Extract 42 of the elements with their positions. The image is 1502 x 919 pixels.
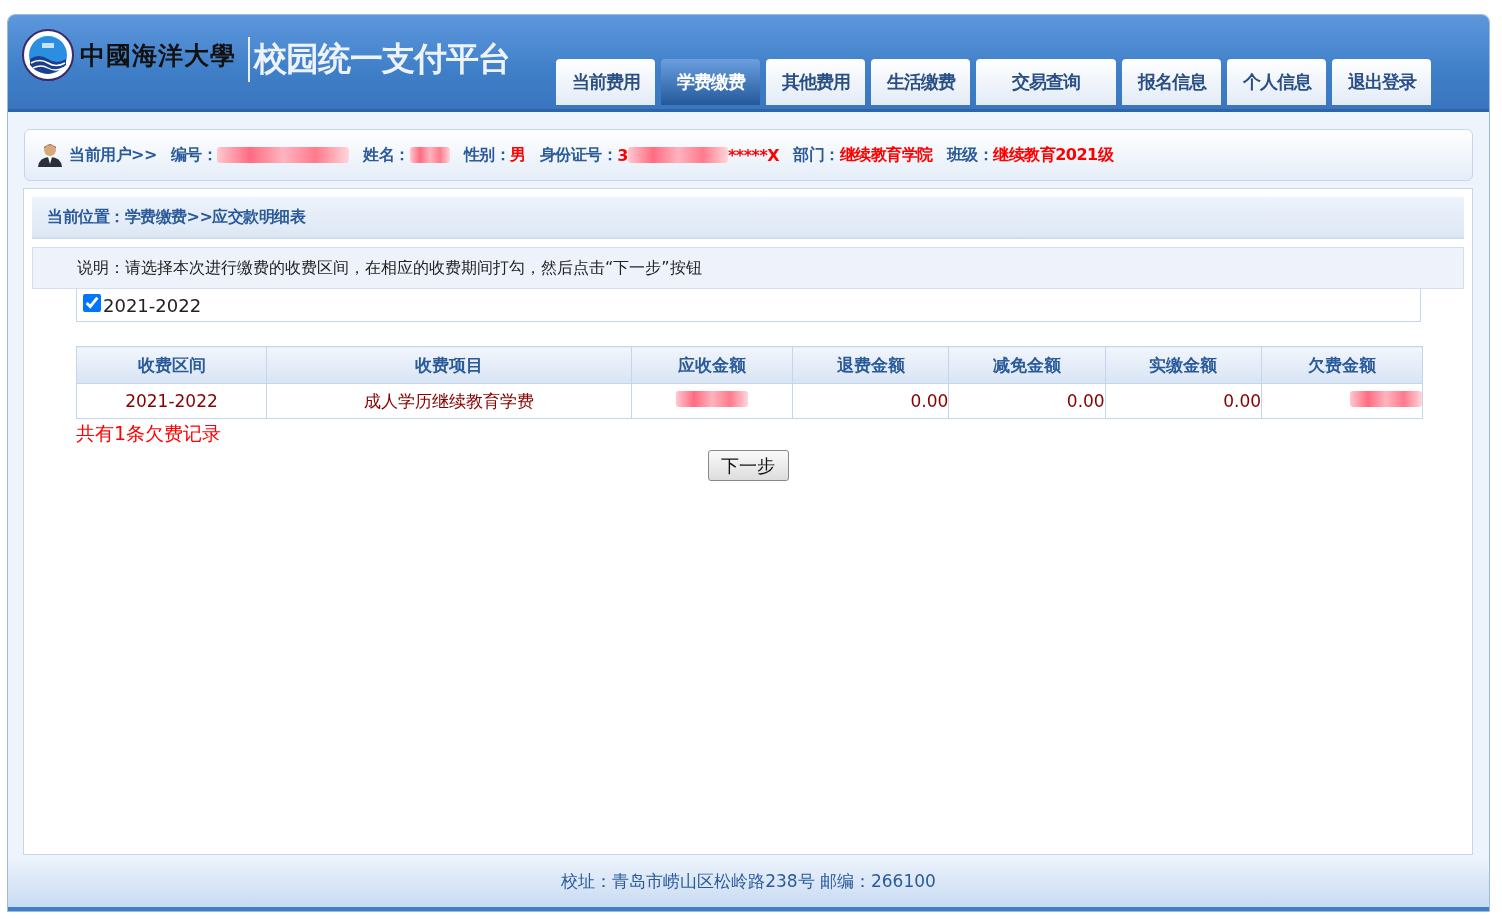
field-label: 性别： bbox=[463, 144, 511, 166]
column-header: 欠费金额 bbox=[1261, 346, 1423, 384]
table-cell: 0.00 bbox=[1105, 383, 1262, 419]
table-cell: 0.00 bbox=[792, 383, 949, 419]
table-cell: 0.00 bbox=[948, 383, 1106, 419]
university-emblem-icon bbox=[22, 29, 74, 81]
field-label: 身份证号： bbox=[539, 144, 618, 166]
nav-tab[interactable]: 个人信息 bbox=[1227, 59, 1326, 105]
nav-tab[interactable]: 报名信息 bbox=[1122, 59, 1221, 105]
column-header: 退费金额 bbox=[792, 346, 949, 384]
record-count: 共有1条欠费记录 bbox=[76, 421, 223, 446]
user-icon bbox=[37, 143, 63, 167]
university-name: 中國海洋大學 bbox=[80, 39, 236, 72]
nav-tab[interactable]: 生活缴费 bbox=[871, 59, 970, 105]
field-label: 部门： bbox=[793, 144, 840, 166]
instructions-text: 说明：请选择本次进行缴费的收费区间，在相应的收费期间打勾，然后点击“下一步”按钮 bbox=[32, 247, 1464, 289]
field-value: *****X bbox=[727, 145, 780, 165]
nav-tab[interactable]: 其他费用 bbox=[766, 59, 865, 105]
field-value: 3 bbox=[617, 145, 628, 165]
user-label: 当前用户>> bbox=[69, 144, 157, 166]
site-title: 校园统一支付平台 bbox=[248, 37, 510, 82]
field-value: 男 bbox=[510, 144, 526, 166]
nav-tab[interactable]: 退出登录 bbox=[1332, 59, 1431, 105]
column-header: 实缴金额 bbox=[1105, 346, 1262, 384]
column-header: 应收金额 bbox=[631, 346, 793, 384]
nav-tab[interactable]: 交易查询 bbox=[976, 59, 1116, 105]
column-header: 收费项目 bbox=[266, 346, 632, 384]
period-label: 2021-2022 bbox=[103, 294, 202, 316]
column-header: 减免金额 bbox=[948, 346, 1106, 384]
nav-tab[interactable]: 学费缴费 bbox=[661, 59, 760, 105]
field-value: 继续教育2021级 bbox=[993, 144, 1114, 166]
breadcrumb: 当前位置：学费缴费>>应交款明细表 bbox=[32, 197, 1464, 239]
nav-tab[interactable]: 当前费用 bbox=[556, 59, 655, 105]
field-label: 姓名： bbox=[363, 144, 410, 166]
field-label: 班级： bbox=[946, 144, 994, 166]
field-label: 编号： bbox=[170, 144, 218, 166]
table-cell: 成人学历继续教育学费 bbox=[266, 383, 632, 419]
table-cell: 2021-2022 bbox=[76, 383, 267, 419]
period-checkbox[interactable] bbox=[83, 294, 101, 312]
next-button[interactable]: 下一步 bbox=[707, 450, 789, 481]
field-value: 继续教育学院 bbox=[839, 144, 933, 166]
column-header: 收费区间 bbox=[76, 346, 267, 384]
